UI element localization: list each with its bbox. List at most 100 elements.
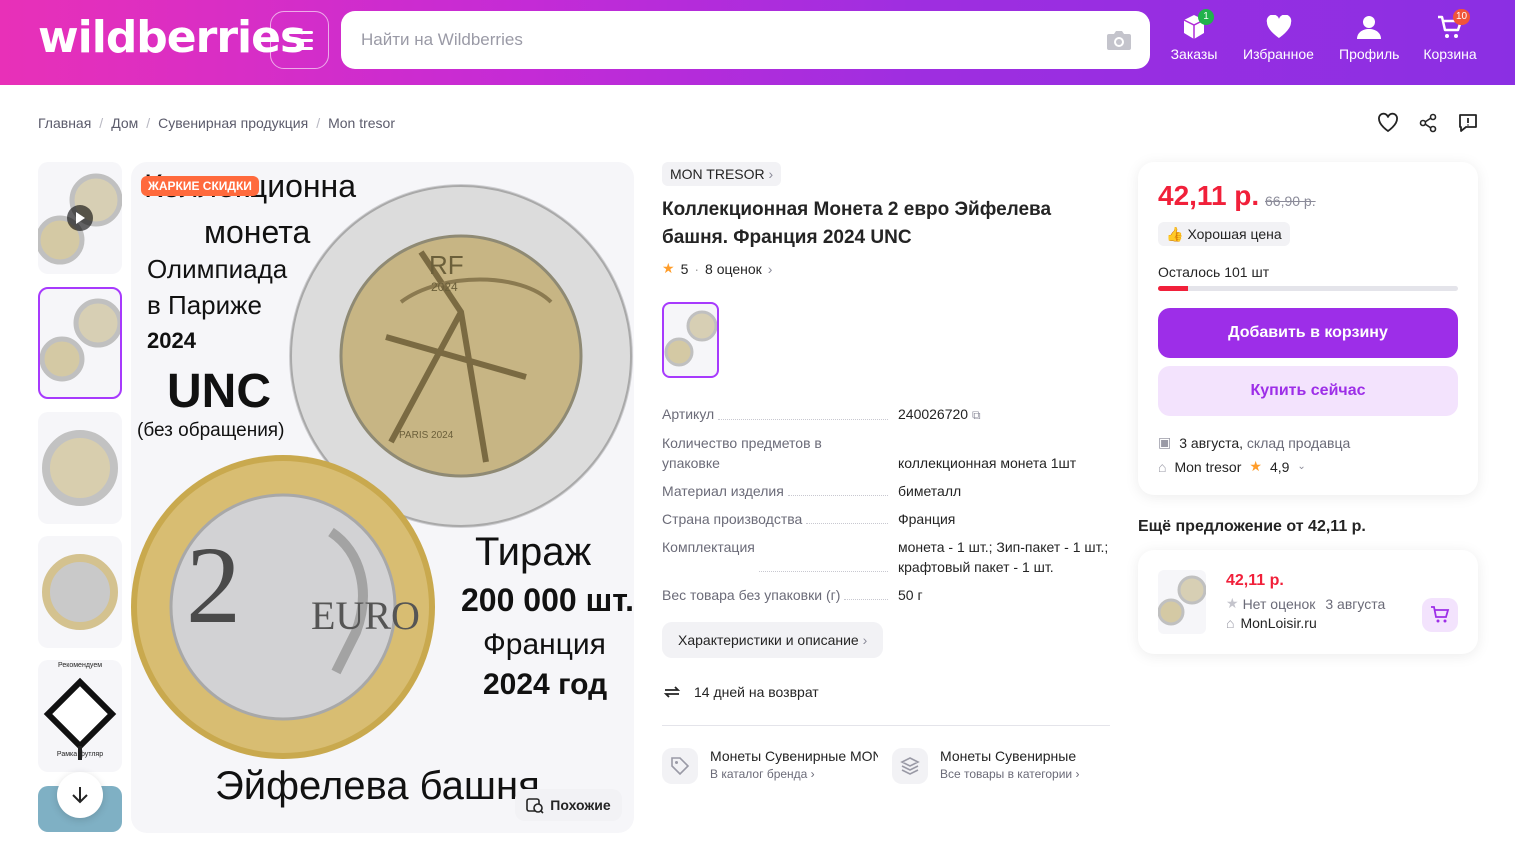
store-icon: ⌂ [1158, 458, 1167, 475]
category-link[interactable]: Монеты Сувенирные Все товары в категории … [892, 748, 1108, 784]
image-text: монета [204, 214, 311, 250]
link-sub: Все товары в категории [940, 767, 1073, 781]
spec-value: 240026720 [898, 406, 969, 422]
return-info: 14 дней на возврат [662, 682, 819, 702]
user-icon [1357, 16, 1381, 39]
offer-seller: ⌂ MonLoisir.ru [1226, 615, 1317, 631]
char-label: Характеристики и описание [678, 632, 859, 648]
link-title: Монеты Сувенирные MON TRESOR [710, 748, 878, 764]
gallery-thumb[interactable] [38, 287, 122, 399]
spec-key: Количество предметов в упаковке [662, 433, 842, 473]
seller-rating: 4,9 [1269, 458, 1290, 475]
coin-text: 2 [186, 524, 241, 646]
gallery-thumb[interactable] [38, 412, 122, 524]
spec-value: 50 г [898, 587, 923, 603]
add-to-cart-button[interactable]: Добавить в корзину [1158, 308, 1458, 358]
product-title: Коллекционная Монета 2 евро Эйфелева баш… [662, 199, 1052, 248]
price: 42,11 р. [1158, 180, 1260, 211]
spec-row: Комплектация монета - 1 шт.; Зип-пакет -… [662, 537, 1110, 577]
coin-text: PARIS 2024 [399, 430, 454, 441]
breadcrumb-item[interactable]: Дом [111, 115, 138, 131]
menu-button[interactable] [270, 11, 329, 69]
share-icon[interactable] [1417, 112, 1439, 134]
thumbs-up-icon: 👍 [1166, 226, 1184, 242]
camera-icon[interactable] [1105, 28, 1133, 52]
offer-card[interactable]: 42,11 р. ★ Нет оценок 3 августа ⌂ MonLoi… [1138, 550, 1478, 654]
stock-bar-fill [1158, 286, 1188, 291]
characteristics-button[interactable]: Характеристики и описание › [662, 622, 884, 658]
link-title: Монеты Сувенирные [940, 748, 1077, 764]
offer-price: 42,11 р. [1226, 572, 1284, 589]
logo[interactable]: wildberries [38, 12, 306, 63]
similar-button[interactable]: Похожие [515, 789, 622, 821]
copy-icon[interactable]: ⧉ [972, 408, 981, 422]
brand-catalog-link[interactable]: Монеты Сувенирные MON TRESOR В каталог бр… [662, 748, 878, 784]
gallery-thumb[interactable]: Рекомендуем Рамка футляр [38, 660, 122, 772]
thumb-caption: Рекомендуем [57, 662, 103, 669]
cart-badge: 10 [1453, 9, 1471, 25]
nav-favorites-label: Избранное [1243, 46, 1314, 62]
gallery-thumb-video[interactable] [38, 162, 122, 274]
nav-cart-label: Корзина [1423, 46, 1477, 62]
gallery-thumb[interactable] [38, 536, 122, 648]
spec-key: Вес товара без упаковки (г) [662, 585, 845, 605]
spec-value: биметалл [898, 483, 962, 499]
spec-row: Артикул 240026720 ⧉ [662, 404, 1110, 425]
spec-row: Количество предметов в упаковке коллекци… [662, 433, 1110, 473]
seller-info[interactable]: ⌂ Mon tresor ★ 4,9 ⌄ [1158, 458, 1306, 475]
offer-rating: Нет оценок [1242, 595, 1316, 612]
brand-name: MON TRESOR [670, 166, 765, 182]
image-text: в Париже [147, 290, 263, 320]
coin-text: RF [429, 250, 464, 280]
spec-value: коллекционная монета 1шт [898, 455, 1077, 471]
image-text: Франция [483, 628, 606, 661]
product-rating[interactable]: ★ 5 · 8 оценок › [662, 260, 772, 277]
buy-now-button[interactable]: Купить сейчас [1158, 366, 1458, 416]
nav-favorites[interactable]: Избранное [1242, 12, 1315, 62]
spec-value: Франция [898, 511, 956, 527]
good-price-label: Хорошая цена [1187, 226, 1282, 242]
link-sub: В каталог бренда [710, 767, 808, 781]
variant-thumb[interactable] [662, 302, 719, 378]
product-main-image[interactable]: Коллекционна монета Олимпиада в Париже 2… [131, 162, 634, 833]
scroll-down-button[interactable] [57, 772, 103, 818]
delivery-date: 3 августа, [1179, 434, 1244, 451]
brand-chip[interactable]: MON TRESOR › [662, 162, 782, 186]
stock-left: Осталось 101 шт [1158, 264, 1270, 280]
thumb-caption: Рамка футляр [56, 751, 104, 758]
offer-thumb [1158, 570, 1206, 634]
return-icon [663, 686, 681, 698]
image-text: 200 000 шт. [461, 582, 634, 618]
good-price-badge: 👍 Хорошая цена [1158, 222, 1290, 246]
breadcrumb-item[interactable]: Mon tresor [328, 115, 395, 131]
nav-orders[interactable]: 1 Заказы [1170, 9, 1218, 62]
coin-text: EURO [311, 593, 420, 638]
box-icon: ▣ [1158, 434, 1172, 450]
spec-key: Комплектация [662, 537, 759, 577]
image-text: Тираж [475, 530, 592, 574]
image-text: (без обращения) [137, 420, 285, 441]
store-icon: ⌂ [1226, 615, 1235, 631]
search-input[interactable] [361, 27, 1061, 53]
delivery-from: склад продавца [1246, 434, 1351, 451]
breadcrumb-item[interactable]: Главная [38, 115, 91, 131]
hot-discount-badge: ЖАРКИЕ СКИДКИ [141, 176, 259, 196]
offer-seller-name: MonLoisir.ru [1240, 615, 1317, 631]
nav-orders-label: Заказы [1170, 46, 1218, 62]
spec-key: Артикул [662, 404, 719, 425]
spec-value: монета - 1 шт.; Зип-пакет - 1 шт.; крафт… [898, 539, 1109, 575]
favorite-heart-icon[interactable] [1377, 112, 1399, 134]
search-bar [341, 11, 1150, 69]
nav-cart[interactable]: 10 Корзина [1422, 9, 1478, 62]
similar-label: Похожие [550, 797, 611, 813]
offer-add-to-cart-button[interactable] [1422, 598, 1458, 632]
old-price: 66,90 р. [1265, 193, 1316, 209]
image-text: Олимпиада [147, 254, 288, 284]
arrow-down-icon [72, 787, 88, 804]
chevron-down-icon: ⌄ [1297, 461, 1306, 472]
nav-profile[interactable]: Профиль [1339, 12, 1399, 62]
tag-icon [671, 757, 690, 776]
image-text: Эйфелева башня [215, 764, 540, 808]
breadcrumb-item[interactable]: Сувенирная продукция [158, 115, 308, 131]
report-icon[interactable] [1457, 112, 1479, 134]
